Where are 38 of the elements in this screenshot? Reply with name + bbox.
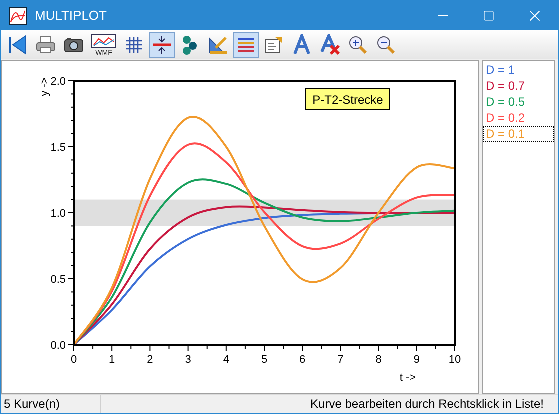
x-tick-label: 7 bbox=[338, 354, 344, 366]
x-tick-label: 9 bbox=[414, 354, 420, 366]
x-tick-label: 5 bbox=[261, 354, 268, 366]
y-tick-label: 0.0 bbox=[50, 340, 66, 352]
maximize-icon bbox=[483, 10, 495, 22]
status-count: 5 Kurve(n) bbox=[1, 395, 101, 413]
x-tick-label: 4 bbox=[223, 354, 230, 366]
toolbar-button[interactable] bbox=[149, 32, 175, 58]
letter-a-icon bbox=[291, 34, 313, 56]
curve-list-item[interactable]: D = 0.5 bbox=[483, 94, 554, 110]
y-tick-label: 2.0 bbox=[50, 76, 66, 88]
status-hint: Kurve bearbeiten durch Rechtsklick in Liste! bbox=[310, 396, 545, 413]
y-axis-label: y -> bbox=[39, 78, 51, 96]
window-title: MULTIPLOT bbox=[35, 6, 107, 25]
x-tick-label: 0 bbox=[70, 354, 78, 366]
printer-icon bbox=[35, 34, 57, 56]
app-icon bbox=[9, 6, 27, 24]
back-arrow-icon bbox=[7, 34, 29, 56]
x-axis-label: t -> bbox=[400, 372, 416, 384]
x-tick-label: 10 bbox=[448, 354, 462, 366]
x-tick-label: 2 bbox=[147, 354, 154, 366]
zoom-in-icon bbox=[347, 34, 369, 56]
chart-title-label: P-T2-Strecke bbox=[306, 88, 390, 110]
x-tick-label: 6 bbox=[300, 354, 306, 366]
curve-list-item[interactable]: D = 0.7 bbox=[483, 78, 554, 94]
curve-list-item[interactable]: D = 1 bbox=[483, 62, 554, 78]
curve-list-item[interactable]: D = 0.2 bbox=[483, 110, 554, 126]
annotation: P-T2-Strecke bbox=[312, 93, 384, 107]
letter-a-cross-icon bbox=[319, 34, 341, 56]
zoom-out-icon bbox=[375, 34, 397, 56]
x-tick-label: 1 bbox=[109, 354, 116, 366]
band-arrows-icon bbox=[151, 34, 173, 56]
minimize-icon bbox=[438, 15, 448, 16]
x-tick-label: 3 bbox=[185, 354, 192, 366]
y-tick-label: 0.5 bbox=[50, 274, 66, 286]
y-tick-label: 1.0 bbox=[50, 208, 66, 220]
y-tick-label: 1.5 bbox=[50, 142, 66, 154]
x-tick-label: 8 bbox=[376, 354, 382, 366]
